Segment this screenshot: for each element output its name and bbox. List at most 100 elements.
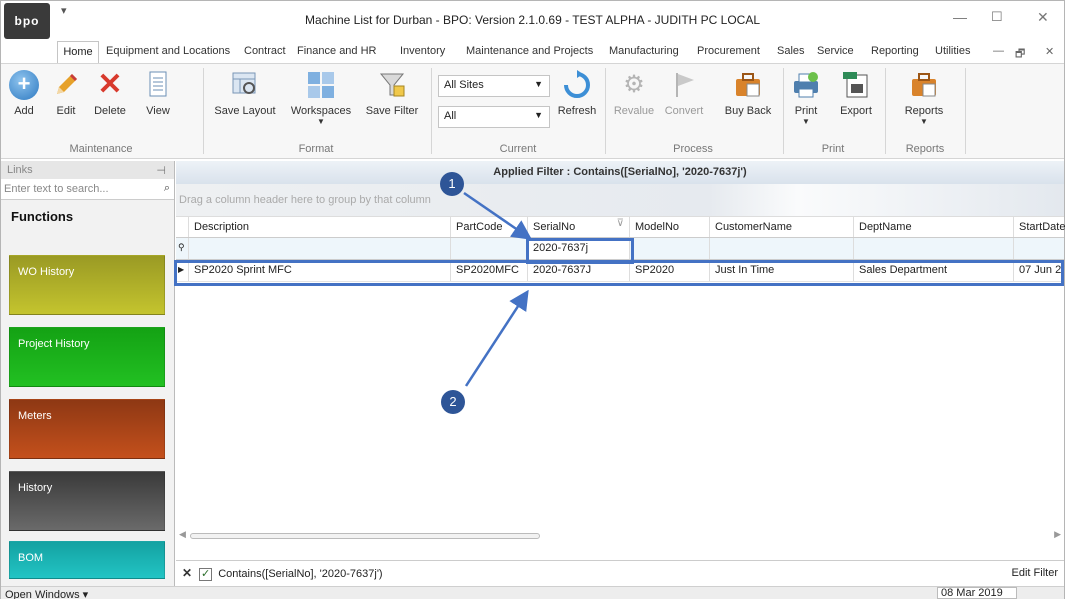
tab-equipment-and-locations[interactable]: Equipment and Locations (106, 45, 230, 57)
view-button[interactable]: View (141, 70, 175, 117)
print-button[interactable]: Print ▼ (789, 70, 823, 126)
group-reports-label: Reports (905, 143, 945, 155)
chevron-down-icon: ▼ (534, 79, 543, 89)
convert-button[interactable]: Convert (661, 70, 707, 117)
reports-button[interactable]: Reports ▼ (899, 70, 949, 126)
tab-finance-and-hr[interactable]: Finance and HR (297, 45, 377, 57)
links-search-input[interactable]: Enter text to search... ⌕ (1, 179, 174, 200)
group-separator (965, 68, 966, 154)
open-windows-menu[interactable]: Open Windows ▾ (5, 588, 88, 599)
filter-cell-modelno[interactable] (630, 238, 710, 259)
clear-filter-icon[interactable]: ✕ (182, 566, 192, 580)
filter-cell-startdate[interactable] (1014, 238, 1065, 259)
date-field[interactable]: 08 Mar 2019 (937, 587, 1017, 599)
filter-enabled-checkbox[interactable]: ✓ (199, 568, 213, 581)
group-process-label: Process (673, 143, 713, 155)
edit-button[interactable]: Edit (49, 70, 83, 117)
tile-history[interactable]: History (9, 471, 165, 531)
pencil-icon (51, 70, 81, 100)
pin-icon[interactable]: ⊣ (156, 164, 166, 177)
filter-cell-deptname[interactable] (854, 238, 1014, 259)
links-panel-header: Links ⊣ (1, 161, 174, 179)
revalue-button[interactable]: ⚙ Revalue (611, 70, 657, 117)
column-header-customername[interactable]: CustomerName (710, 217, 854, 237)
links-search-placeholder: Enter text to search... (4, 183, 109, 195)
workspaces-button[interactable]: Workspaces ▼ (285, 70, 357, 126)
tile-label: BOM (18, 552, 44, 564)
search-icon[interactable]: ⌕ (164, 182, 170, 195)
gears-icon: ⚙ (623, 71, 645, 98)
scroll-left-icon[interactable]: ◀ (179, 529, 186, 540)
site-select[interactable]: All Sites ▼ (438, 75, 550, 97)
close-icon[interactable]: ✕ (1037, 9, 1049, 26)
scope-select[interactable]: All ▼ (438, 106, 550, 128)
tile-label: WO History (18, 266, 75, 278)
tab-procurement[interactable]: Procurement (697, 45, 760, 57)
ribbon-minimize-icon[interactable]: — (993, 45, 1004, 57)
tab-service[interactable]: Service (817, 45, 854, 57)
ribbon-close-icon[interactable]: ✕ (1045, 45, 1054, 58)
group-separator (203, 68, 204, 154)
links-title: Links (7, 164, 33, 176)
maximize-icon[interactable]: ☐ (991, 9, 1003, 25)
column-header-partcode[interactable]: PartCode (451, 217, 528, 237)
add-button[interactable]: + Add (7, 70, 41, 117)
save-layout-button[interactable]: Save Layout (211, 70, 279, 117)
workspaces-label: Workspaces (290, 105, 352, 117)
filter-cell-partcode[interactable] (451, 238, 528, 259)
tab-reporting[interactable]: Reporting (871, 45, 919, 57)
scrollbar-thumb[interactable] (190, 533, 540, 539)
column-header-description[interactable]: Description (189, 217, 451, 237)
horizontal-scrollbar[interactable]: ◀ ▶ (176, 529, 1064, 542)
edit-label: Edit (56, 105, 76, 117)
refresh-button[interactable]: Refresh (555, 70, 599, 117)
flag-icon (669, 70, 699, 100)
convert-label: Convert (664, 105, 704, 117)
export-button[interactable]: Export (835, 70, 877, 117)
chevron-down-icon: ▼ (534, 110, 543, 120)
tile-project-history[interactable]: Project History (9, 327, 165, 387)
save-filter-button[interactable]: Save Filter (361, 70, 423, 117)
group-by-panel[interactable]: Drag a column header here to group by th… (176, 184, 1064, 216)
scroll-right-icon[interactable]: ▶ (1054, 529, 1061, 540)
filter-cell-customername[interactable] (710, 238, 854, 259)
group-current-label: Current (499, 143, 537, 155)
tile-wo-history[interactable]: WO History (9, 255, 165, 315)
date-value: 08 Mar 2019 (941, 587, 1003, 599)
ribbon-restore-icon[interactable]: 🗗 (1015, 45, 1025, 64)
tab-inventory[interactable]: Inventory (400, 45, 445, 57)
functions-title: Functions (11, 209, 74, 224)
column-header-deptname[interactable]: DeptName (854, 217, 1014, 237)
tab-contract[interactable]: Contract (244, 45, 286, 57)
tile-bom[interactable]: BOM (9, 541, 165, 579)
tile-meters[interactable]: Meters (9, 399, 165, 459)
refresh-icon (562, 70, 592, 100)
ribbon: + Add Edit ✕ Delete View Maintenance Sav… (1, 63, 1064, 159)
reports-label: Reports (904, 105, 944, 117)
tab-home[interactable]: Home (57, 41, 99, 63)
filter-icon[interactable]: ⊽ (617, 218, 624, 229)
column-header-serialno[interactable]: SerialNo ⊽ (528, 217, 630, 237)
column-header-startdate[interactable]: StartDate (1014, 217, 1065, 237)
tab-maintenance-and-projects[interactable]: Maintenance and Projects (466, 45, 593, 57)
print-dropdown-icon: ▼ (802, 117, 810, 126)
filter-icon (377, 70, 407, 100)
tab-utilities[interactable]: Utilities (935, 45, 970, 57)
tile-label: Project History (18, 338, 90, 350)
filter-cell-description[interactable] (189, 238, 451, 259)
edit-filter-link[interactable]: Edit Filter (1012, 567, 1058, 579)
minimize-icon[interactable]: — (953, 9, 967, 25)
revalue-label: Revalue (613, 105, 655, 117)
briefcase-icon (733, 70, 763, 100)
export-label: Export (840, 105, 872, 117)
add-label: Add (14, 105, 34, 117)
delete-button[interactable]: ✕ Delete (88, 70, 132, 118)
group-separator (605, 68, 606, 154)
briefcase-icon (909, 70, 939, 100)
column-header-modelno[interactable]: ModelNo (630, 217, 710, 237)
tab-manufacturing[interactable]: Manufacturing (609, 45, 679, 57)
applied-filter-banner: Applied Filter : Contains([SerialNo], '2… (176, 161, 1064, 184)
buy-back-button[interactable]: Buy Back (721, 70, 775, 117)
tab-sales[interactable]: Sales (777, 45, 805, 57)
filter-panel-text: Contains([SerialNo], '2020-7637j') (218, 568, 383, 580)
